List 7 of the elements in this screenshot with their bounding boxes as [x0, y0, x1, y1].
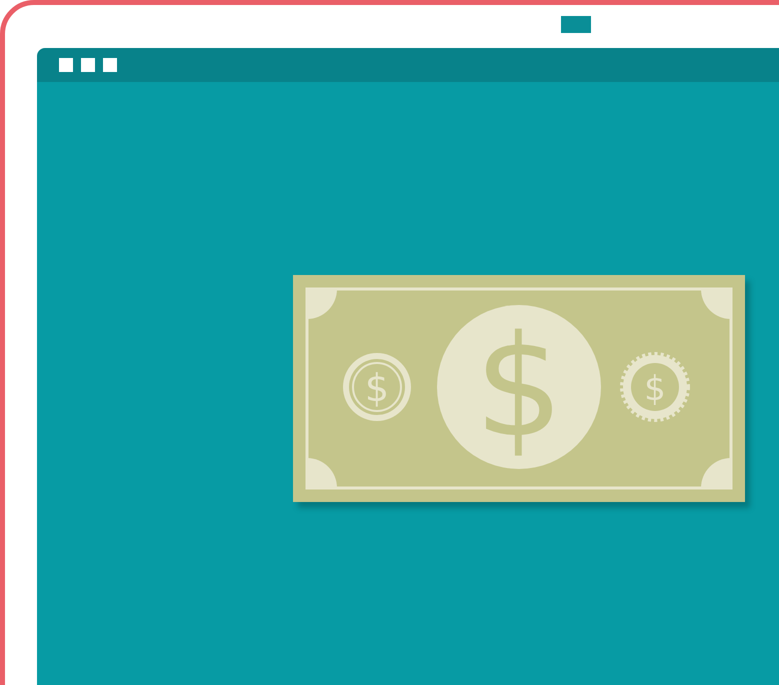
- dollar-sign: $: [474, 306, 564, 469]
- dollar-sign: $: [364, 366, 390, 410]
- dollar-sign: $: [644, 369, 666, 409]
- window-control-icon[interactable]: [81, 58, 95, 72]
- camera-icon: [561, 16, 591, 33]
- window-control-icon[interactable]: [103, 58, 117, 72]
- window-control-icon[interactable]: [59, 58, 73, 72]
